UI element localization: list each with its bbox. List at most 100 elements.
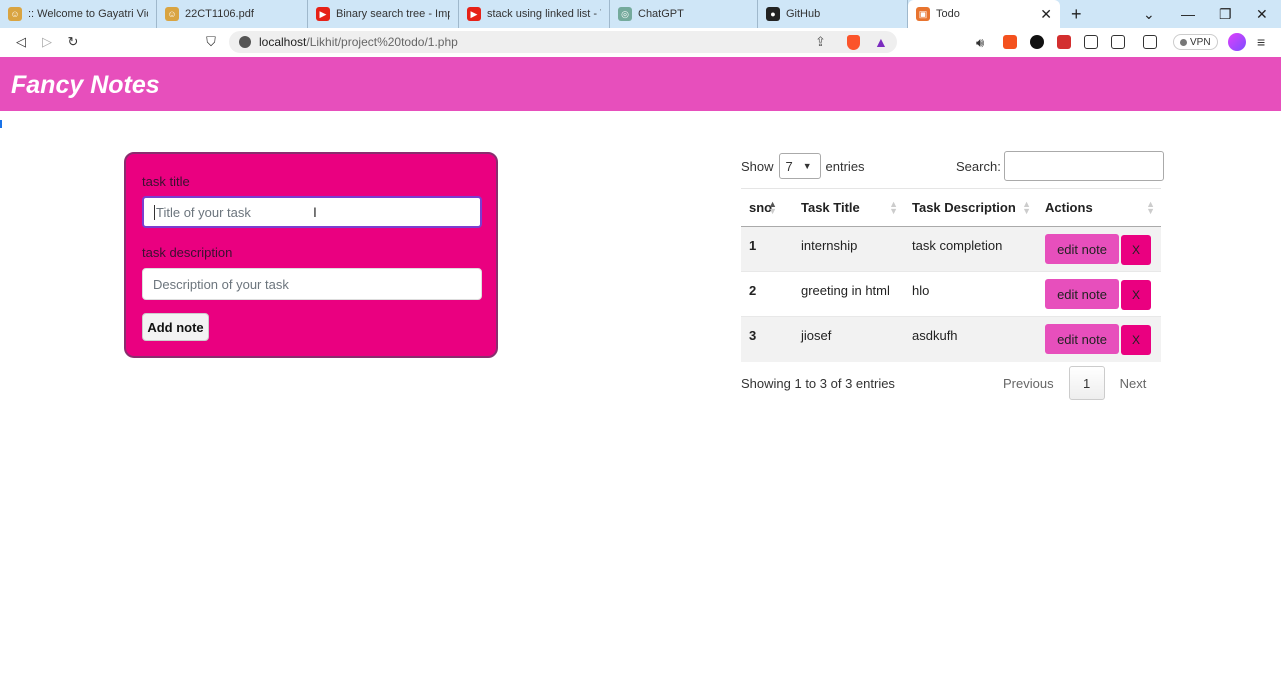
sort-icon: ▲ ▼ <box>1022 199 1031 216</box>
cell-description: task completion <box>904 226 1037 272</box>
column-label: Task Description <box>912 200 1016 215</box>
vpn-label: VPN <box>1190 36 1211 48</box>
text-caret <box>154 204 155 220</box>
delete-note-button[interactable]: X <box>1121 279 1151 310</box>
extensions-puzzle-icon[interactable] <box>1084 35 1098 49</box>
table-row: 2 greeting in html hlo edit note X <box>741 271 1161 317</box>
tab-title: Todo <box>936 8 960 20</box>
sort-asc-icon: ▲ ▼ <box>768 199 777 216</box>
youtube-icon: ▶ <box>467 7 481 21</box>
address-bar[interactable]: localhost/Likhit/project%20todo/1.php ⇪ … <box>229 31 897 53</box>
edit-note-button[interactable]: edit note <box>1045 234 1119 264</box>
entries-length-control: Show 7 ▼ entries <box>741 152 865 180</box>
task-description-label: task description <box>142 245 233 260</box>
bookmark-icon[interactable]: ⛉ <box>202 33 220 51</box>
tab-github[interactable]: ● GitHub <box>758 0 908 28</box>
page-length-value: 7 <box>785 158 793 174</box>
vpn-button[interactable]: VPN <box>1173 34 1218 50</box>
column-header-task-title[interactable]: Task Title ▲ ▼ <box>793 188 904 227</box>
page-1-button[interactable]: 1 <box>1068 366 1105 400</box>
notes-table: sno ▲ ▼ Task Title ▲ ▼ Task Description ▲ ▼… <box>741 188 1161 362</box>
tab-title: GitHub <box>786 8 821 20</box>
vpn-dot-icon <box>1180 38 1187 46</box>
edit-note-button[interactable]: edit note <box>1045 324 1119 354</box>
cell-title: greeting in html <box>793 271 904 317</box>
window-close-icon[interactable]: ✕ <box>1256 0 1268 28</box>
minimize-icon[interactable]: — <box>1181 0 1195 28</box>
task-title-input[interactable]: Title of your task I <box>142 196 482 228</box>
cell-actions: edit note X <box>1037 316 1161 362</box>
task-description-input[interactable]: Description of your task <box>142 268 482 300</box>
tab-chatgpt[interactable]: ◎ ChatGPT <box>610 0 758 28</box>
column-header-task-description[interactable]: Task Description ▲ ▼ <box>904 188 1037 227</box>
table-search: Search: <box>956 151 1164 181</box>
new-tab-icon[interactable]: + <box>1071 0 1085 28</box>
tab-stack-video[interactable]: ▶ stack using linked list - You <box>459 0 610 28</box>
url-path: /Likhit/project%20todo/1.php <box>306 35 458 49</box>
tab-gayatri[interactable]: ☺ :: Welcome to Gayatri Vidya <box>0 0 157 28</box>
megaphone-icon[interactable] <box>1003 35 1017 49</box>
column-label: Actions <box>1045 200 1093 215</box>
delete-note-button[interactable]: X <box>1121 324 1151 355</box>
forward-icon[interactable]: ▷ <box>38 33 56 51</box>
profile-avatar[interactable] <box>1228 33 1246 51</box>
search-label: Search: <box>956 158 1001 174</box>
restore-icon[interactable]: ❐ <box>1219 0 1232 28</box>
entries-label: entries <box>825 158 865 174</box>
tab-title: ChatGPT <box>638 8 684 20</box>
tab-todo[interactable]: ▣ Todo ✕ <box>908 0 1060 28</box>
previous-page-button[interactable]: Previous <box>1003 376 1054 391</box>
audio-icon[interactable]: 🔊︎ <box>976 35 990 50</box>
tab-title: :: Welcome to Gayatri Vidya <box>28 8 148 20</box>
table-info: Showing 1 to 3 of 3 entries <box>741 376 895 391</box>
extension-star-icon[interactable] <box>1030 35 1044 49</box>
table-header-row: sno ▲ ▼ Task Title ▲ ▼ Task Description ▲ ▼… <box>741 188 1161 227</box>
search-input[interactable] <box>1003 151 1164 181</box>
next-page-button[interactable]: Next <box>1120 376 1147 391</box>
text-cursor-icon: I <box>313 204 317 220</box>
wallet-icon[interactable] <box>1143 35 1157 49</box>
task-title-placeholder: Title of your task <box>156 204 251 220</box>
cell-sno: 1 <box>741 226 793 272</box>
table-row: 1 internship task completion edit note X <box>741 226 1161 272</box>
app-navbar: Fancy Notes <box>0 57 1281 111</box>
tab-title: 22CT1106.pdf <box>185 8 254 20</box>
task-title-label: task title <box>142 174 190 189</box>
tab-pdf[interactable]: ☺ 22CT1106.pdf <box>157 0 308 28</box>
table-row: 3 jiosef asdkufh edit note X <box>741 316 1161 362</box>
cell-sno: 3 <box>741 316 793 362</box>
page-favicon-icon: ▣ <box>916 7 930 21</box>
page-length-select[interactable]: 7 ▼ <box>778 153 821 179</box>
sort-icon: ▲ ▼ <box>1146 199 1155 216</box>
column-header-actions[interactable]: Actions ▲ ▼ <box>1037 188 1161 227</box>
back-icon[interactable]: ◁ <box>12 33 30 51</box>
share-icon[interactable]: ⇪ <box>815 34 826 50</box>
sidebar-icon[interactable] <box>1111 35 1125 49</box>
task-description-placeholder: Description of your task <box>153 276 289 292</box>
extension-red-icon[interactable] <box>1057 35 1071 49</box>
add-note-button[interactable]: Add note <box>142 313 209 341</box>
brand-title[interactable]: Fancy Notes <box>11 71 160 100</box>
chevron-down-icon: ▼ <box>802 161 812 171</box>
column-label: Task Title <box>801 200 860 215</box>
cell-title: internship <box>793 226 904 272</box>
column-header-sno[interactable]: sno ▲ ▼ <box>741 188 793 227</box>
menu-icon[interactable]: ≡ <box>1257 34 1265 50</box>
page-edge-marker <box>0 120 2 128</box>
edit-note-button[interactable]: edit note <box>1045 279 1119 309</box>
brave-rewards-icon[interactable]: ▲ <box>874 34 888 50</box>
github-icon: ● <box>766 7 780 21</box>
university-favicon-icon: ☺ <box>8 7 22 21</box>
show-label: Show <box>741 158 774 174</box>
tab-bst-video[interactable]: ▶ Binary search tree - Implem <box>308 0 459 28</box>
cell-description: asdkufh <box>904 316 1037 362</box>
site-info-icon[interactable] <box>239 36 251 48</box>
tab-search-chevron-icon[interactable]: ⌄ <box>1143 0 1155 28</box>
delete-note-button[interactable]: X <box>1121 234 1151 265</box>
cell-sno: 2 <box>741 271 793 317</box>
close-tab-icon[interactable]: ✕ <box>1040 6 1052 23</box>
reload-icon[interactable]: ↻ <box>64 33 82 51</box>
tab-title: stack using linked list - You <box>487 8 601 20</box>
cell-description: hlo <box>904 271 1037 317</box>
brave-shield-icon[interactable] <box>847 34 860 50</box>
